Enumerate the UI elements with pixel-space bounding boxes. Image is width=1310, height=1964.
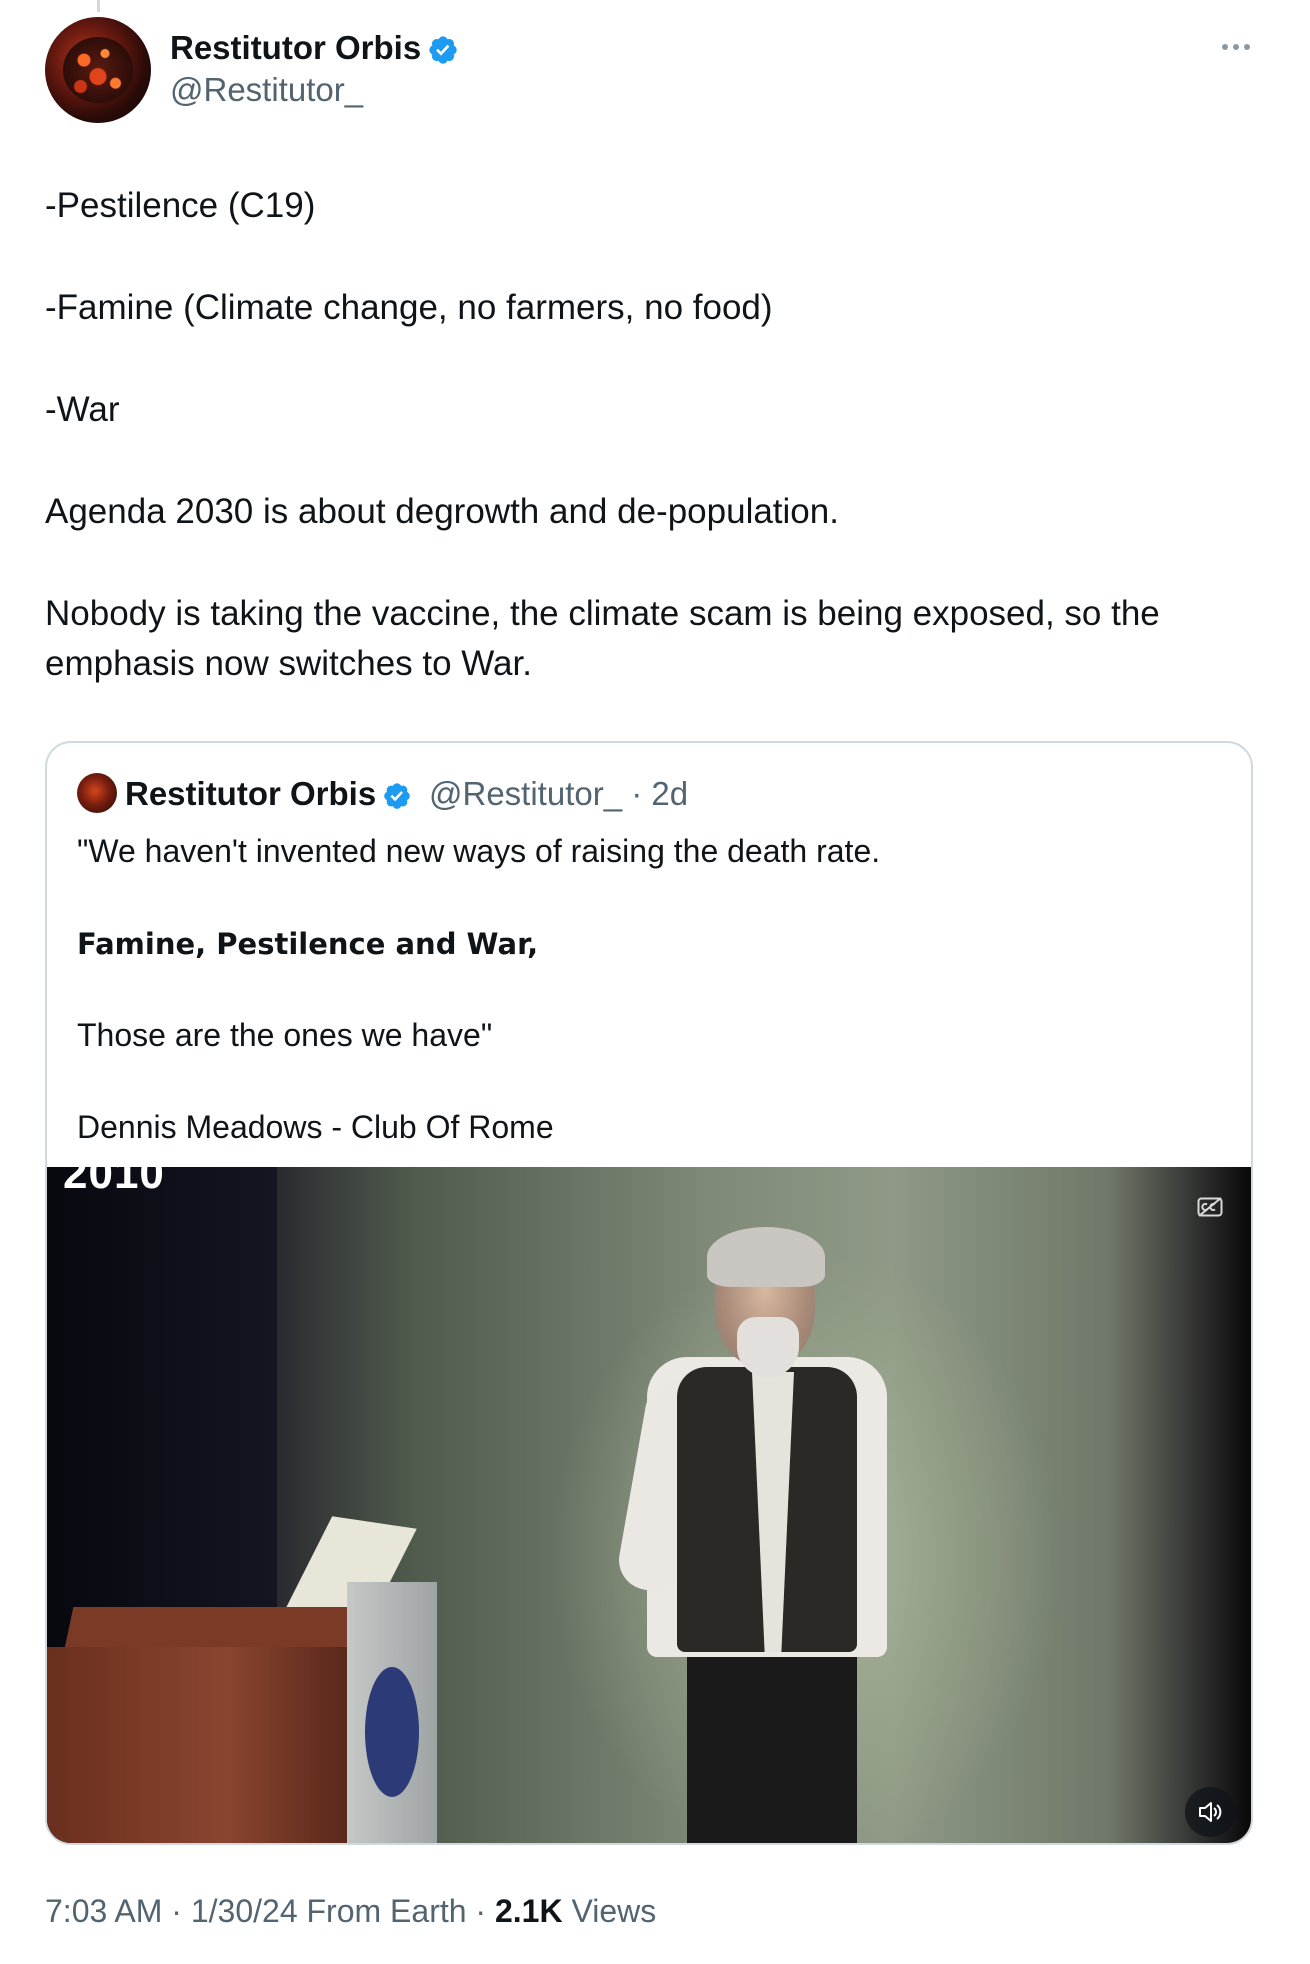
author-display-name[interactable]: Restitutor Orbis [170,28,459,68]
views-label: Views [562,1893,657,1929]
video-frame-podium-logo [365,1667,419,1797]
volume-icon [1199,1802,1222,1822]
tweet-timestamp[interactable]: 7:03 AM · 1/30/24 From Earth · [45,1893,495,1929]
author-avatar[interactable] [45,17,151,123]
tweet-text-line: -Famine (Climate change, no farmers, no … [45,288,773,327]
author-handle[interactable]: @Restitutor_ [170,70,363,110]
quoted-author-name[interactable]: Restitutor Orbis [125,773,412,815]
quoted-author-name-text[interactable]: Restitutor Orbis [125,775,376,812]
quoted-bold-rest: Pestilence and War [216,927,528,961]
thread-connector-line [97,0,100,12]
quoted-handle-time[interactable]: @Restitutor_ · 2d [429,773,688,815]
author-display-name-text[interactable]: Restitutor Orbis [170,29,421,66]
tweet-metadata: 7:03 AM · 1/30/24 From Earth · 2.1K View… [45,1890,656,1932]
verified-badge-icon [429,36,457,64]
quoted-comma: , [527,927,539,961]
quoted-text-line: "We haven't invented new ways of raising… [77,833,881,869]
video-frame-podium [47,1647,347,1843]
video-frame-speaker-hair [707,1227,825,1287]
tweet-text-line: Nobody is taking the vaccine, the climat… [45,594,1160,633]
tweet-text-line: emphasis now switches to War. [45,644,532,683]
quoted-text-line: Dennis Meadows - Club Of Rome [77,1109,554,1145]
volume-button[interactable] [1185,1787,1235,1837]
quoted-text-bold-line: Famine, Pestilence and War, [77,921,538,966]
video-frame-speaker-beard [737,1317,799,1377]
quoted-tweet-card[interactable]: Restitutor Orbis @Restitutor_ · 2d "We h… [45,741,1253,1845]
quoted-text-line: Those are the ones we have" [77,1017,493,1053]
video-overlay-text: 2010 [63,1167,165,1198]
tweet-text-line: -War [45,390,120,429]
tweet-text-line: -Pestilence (C19) [45,186,316,225]
tweet-text-line: Agenda 2030 is about degrowth and de-pop… [45,492,839,531]
verified-badge-icon [384,783,411,810]
captions-icon[interactable] [1197,1197,1223,1217]
quoted-bold-famine: Famine [77,927,196,961]
more-options-icon[interactable] [1220,40,1252,54]
video-frame-speaker-legs [687,1637,857,1843]
quoted-comma: , [195,927,217,961]
video-player[interactable]: 2010 [47,1167,1251,1843]
views-count[interactable]: 2.1K [495,1893,563,1929]
quoted-author-avatar[interactable] [77,773,117,813]
